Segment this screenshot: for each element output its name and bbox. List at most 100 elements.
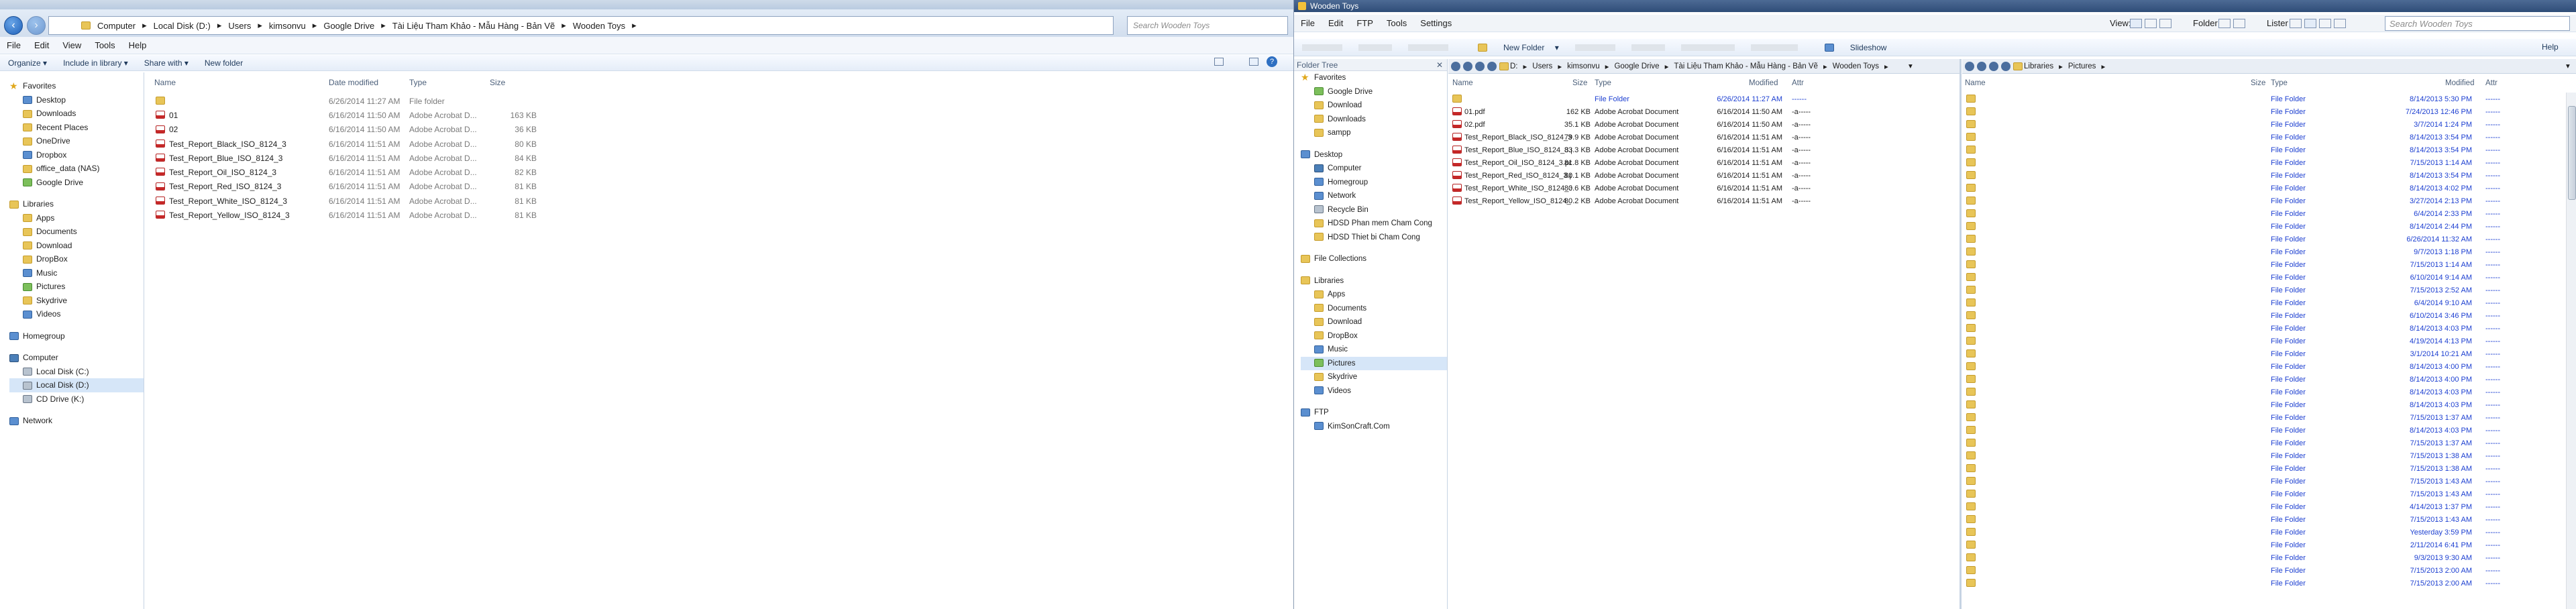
nav-item-skydrive[interactable]: Skydrive — [9, 294, 144, 308]
breadcrumb-item[interactable]: Computer — [97, 21, 136, 31]
menu-help[interactable]: Help — [129, 40, 147, 50]
breadcrumb-item[interactable]: kimsonvu — [269, 21, 306, 31]
tree-desktop[interactable]: Desktop — [1301, 148, 1447, 162]
tree-item[interactable]: Skydrive — [1301, 370, 1447, 384]
menu-edit[interactable]: Edit — [34, 40, 49, 50]
back-button[interactable]: ‹ — [4, 16, 23, 35]
help-icon[interactable]: ? — [1267, 56, 1277, 67]
folder-row[interactable]: File Folder 7/15/2013 1:14 AM ------ — [1962, 258, 2566, 271]
folder-row[interactable]: File Folder 6/4/2014 2:33 PM ------ — [1962, 207, 2566, 220]
home-icon[interactable] — [1487, 62, 1497, 71]
file-row[interactable]: Test_Report_Black_ISO_8124_3 6/16/2014 11… — [153, 137, 555, 151]
forward-icon[interactable] — [1463, 62, 1472, 71]
folder-row[interactable]: File Folder 3/7/2014 1:24 PM ------ — [1962, 118, 2566, 131]
nav-item-pictures[interactable]: Pictures — [9, 280, 144, 294]
file-row[interactable]: Test_Report_Red_ISO_8124_3 6/16/2014 11:5… — [153, 180, 555, 194]
file-row[interactable]: Test_Report_Oil_ISO_8124_3 6/16/2014 11:5… — [153, 165, 555, 179]
nav-item-drive-k[interactable]: CD Drive (K:) — [9, 392, 144, 406]
up-icon[interactable] — [1989, 62, 1998, 71]
folder-row[interactable]: File Folder 6/4/2014 9:10 AM ------ — [1962, 296, 2566, 309]
menu-ftp[interactable]: FTP — [1356, 18, 1373, 28]
view-mode-icon[interactable] — [2145, 19, 2157, 28]
tree-item[interactable]: HDSD Phan mem Cham Cong — [1301, 217, 1447, 231]
nav-item-documents[interactable]: Documents — [9, 225, 144, 239]
forward-button[interactable]: › — [27, 16, 46, 35]
path-item[interactable]: kimsonvu — [1567, 62, 1600, 70]
up-icon[interactable] — [1475, 62, 1485, 71]
column-name[interactable]: Name — [1452, 79, 1473, 87]
file-row[interactable]: Test_Report_Blue_ISO_8124_3.pdf 83.3 KB Ad… — [1448, 144, 1960, 156]
folder-row[interactable]: File Folder 7/15/2013 1:43 AM ------ — [1962, 513, 2566, 526]
lister-mode-icon[interactable] — [2290, 19, 2302, 28]
menu-file[interactable]: File — [7, 40, 21, 50]
nav-item-videos[interactable]: Videos — [9, 307, 144, 321]
nav-computer[interactable]: Computer — [9, 351, 144, 365]
chevron-down-icon[interactable]: ▾ — [1909, 61, 1913, 70]
column-type[interactable]: Type — [1595, 79, 1611, 87]
folder-row[interactable]: File Folder 8/14/2013 4:03 PM ------ — [1962, 398, 2566, 411]
tree-item-selected[interactable]: Pictures — [1301, 356, 1447, 370]
chevron-down-icon[interactable]: ▾ — [2566, 61, 2570, 70]
tree-item[interactable]: Music — [1301, 343, 1447, 357]
folder-row[interactable]: File Folder 3/27/2014 2:13 PM ------ — [1962, 195, 2566, 207]
nav-network[interactable]: Network — [9, 414, 144, 428]
folder-row[interactable]: File Folder 7/15/2013 1:37 AM ------ — [1962, 411, 2566, 424]
column-size[interactable]: Size — [1572, 79, 1587, 87]
folder-row[interactable]: File Folder 8/14/2013 5:30 PM ------ — [1962, 93, 2566, 105]
file-row[interactable]: Test_Report_Yellow_ISO_8124_3 6/16/2014 1… — [153, 208, 555, 222]
preview-pane-icon[interactable] — [1249, 58, 1258, 66]
folder-row[interactable]: File Folder 6/26/2014 11:32 AM ------ — [1962, 233, 2566, 245]
back-icon[interactable] — [1451, 62, 1460, 71]
file-row[interactable]: 6/26/2014 11:27 AM File folder — [153, 94, 555, 108]
file-row[interactable]: 02 6/16/2014 11:50 AM Adobe Acrobat D... 36… — [153, 123, 555, 137]
file-row[interactable]: 01.pdf 162 KB Adobe Acrobat Document 6/16/2… — [1448, 105, 1960, 118]
column-size[interactable]: Size — [490, 78, 505, 87]
menu-edit[interactable]: Edit — [1328, 18, 1343, 28]
column-size[interactable]: Size — [2251, 79, 2265, 87]
organize-button[interactable]: Organize ▾ — [8, 58, 47, 68]
nav-item-recent-places[interactable]: Recent Places — [9, 121, 144, 135]
tree-item[interactable]: Download — [1301, 315, 1447, 329]
path-item[interactable]: Pictures — [2068, 62, 2096, 70]
tree-ftp[interactable]: FTP — [1301, 406, 1447, 420]
nav-favorites[interactable]: ★ Favorites — [9, 79, 144, 93]
menu-settings[interactable]: Settings — [1420, 18, 1452, 28]
file-row[interactable]: Test_Report_Red_ISO_8124_3.pdf 80.1 KB Ado… — [1448, 169, 1960, 182]
folder-row[interactable]: File Folder 8/14/2013 3:54 PM ------ — [1962, 144, 2566, 156]
tree-item[interactable]: Recycle Bin — [1301, 203, 1447, 217]
home-icon[interactable] — [2001, 62, 2010, 71]
tree-item[interactable]: sampp — [1301, 126, 1447, 140]
path-item[interactable]: Tài Liệu Tham Khảo - Mẫu Hàng - Bản Vẽ — [1674, 62, 1818, 70]
left-pane-address[interactable]: D: ▸ Users ▸ kimsonvu ▸ Google Drive ▸ Tài L… — [1448, 59, 1960, 74]
folder-row[interactable]: File Folder 8/14/2014 2:44 PM ------ — [1962, 220, 2566, 233]
folder-row[interactable]: File Folder 3/1/2014 10:21 AM ------ — [1962, 347, 2566, 360]
tree-item[interactable]: Computer — [1301, 162, 1447, 176]
menu-file[interactable]: File — [1301, 18, 1315, 28]
view-mode-icon[interactable] — [2130, 19, 2142, 28]
path-item[interactable]: D: — [1510, 62, 1518, 70]
folder-row[interactable]: File Folder 7/15/2013 1:43 AM ------ — [1962, 488, 2566, 500]
share-with-button[interactable]: Share with ▾ — [144, 58, 189, 68]
file-row[interactable]: 02.pdf 35.1 KB Adobe Acrobat Document 6/16/… — [1448, 118, 1960, 131]
file-row[interactable]: Test_Report_Oil_ISO_8124_3.pdf 81.8 KB Ado… — [1448, 156, 1960, 169]
help-button[interactable]: Help — [2542, 42, 2559, 52]
path-item[interactable]: Wooden Toys — [1833, 62, 1879, 70]
nav-homegroup[interactable]: Homegroup — [9, 329, 144, 343]
vertical-scrollbar[interactable] — [2566, 93, 2576, 609]
file-row[interactable]: 01 6/16/2014 11:50 AM Adobe Acrobat D... 16… — [153, 108, 555, 122]
folder-row[interactable]: File Folder 9/3/2013 9:30 AM ------ — [1962, 551, 2566, 564]
menu-view[interactable]: View — [62, 40, 81, 50]
tree-libraries[interactable]: Libraries — [1301, 274, 1447, 288]
menu-tools[interactable]: Tools — [95, 40, 115, 50]
column-type[interactable]: Type — [2271, 79, 2288, 87]
tree-item[interactable]: Network — [1301, 189, 1447, 203]
tree-item[interactable]: DropBox — [1301, 329, 1447, 343]
folder-row[interactable]: File Folder 8/14/2013 3:54 PM ------ — [1962, 169, 2566, 182]
folder-mode-icon[interactable] — [2218, 19, 2231, 28]
search-input[interactable]: Search Wooden Toys — [2385, 16, 2570, 31]
breadcrumb-item[interactable]: Google Drive — [323, 21, 374, 31]
lister-mode-icon[interactable] — [2319, 19, 2331, 28]
tree-favorites[interactable]: ★ Favorites — [1301, 71, 1447, 85]
tree-item[interactable]: Download — [1301, 99, 1447, 113]
nav-libraries[interactable]: Libraries — [9, 197, 144, 211]
